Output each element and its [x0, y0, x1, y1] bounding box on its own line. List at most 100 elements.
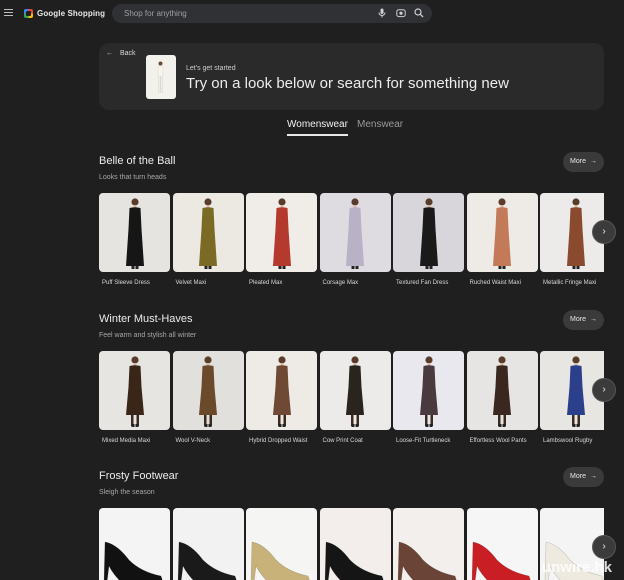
next-arrow-button[interactable]: ›: [592, 378, 616, 402]
model-figure-icon: [493, 198, 511, 269]
product-card[interactable]: [466, 508, 538, 580]
product-image: [393, 508, 464, 580]
shoe-icon: [103, 541, 163, 580]
product-card[interactable]: Puff Sleeve Dress: [99, 193, 170, 293]
shoe-icon: [177, 541, 237, 580]
product-card[interactable]: Metallic Fringe Maxi: [540, 193, 604, 293]
model-figure-icon: [346, 356, 364, 427]
product-image: [99, 508, 170, 580]
model-figure-icon: [125, 356, 144, 427]
lens-icon[interactable]: [396, 8, 406, 21]
search-icon[interactable]: [414, 8, 424, 21]
product-image: [99, 193, 170, 272]
section-title: Belle of the Ball: [99, 155, 176, 167]
mic-icon[interactable]: [378, 8, 386, 21]
more-button[interactable]: More →: [563, 467, 604, 487]
product-name: Loose-Fit Turtleneck: [396, 438, 451, 444]
back-label: Back: [119, 50, 136, 57]
shoe-icon: [250, 541, 310, 580]
product-image: [246, 193, 317, 272]
model-figure-icon: [346, 198, 364, 269]
arrow-right-icon: →: [589, 316, 597, 323]
model-figure-icon: [272, 356, 291, 427]
product-row: [99, 508, 604, 580]
section-title: Winter Must-Haves: [99, 313, 193, 325]
product-card[interactable]: Hybrid Dropped Waist: [246, 351, 317, 451]
shoe-icon: [397, 541, 457, 580]
arrow-right-icon: →: [589, 158, 597, 165]
product-row: Mixed Media Maxi Wool V-Neck Hybrid Drop…: [99, 351, 604, 451]
product-image: [319, 351, 391, 430]
menu-icon[interactable]: [4, 9, 13, 17]
back-button[interactable]: ← Back: [106, 50, 136, 57]
product-image: [466, 193, 538, 272]
product-row: Puff Sleeve Dress Velvet Maxi Pleated Ma…: [99, 193, 604, 293]
model-figure-icon: [493, 356, 511, 427]
product-image: [393, 351, 464, 430]
model-thumbnail[interactable]: [146, 55, 176, 99]
model-figure-icon: [566, 198, 585, 269]
product-card[interactable]: [319, 508, 391, 580]
hero-title: Try on a look below or search for someth…: [186, 75, 509, 92]
product-card[interactable]: [99, 508, 170, 580]
product-name: Effortless Wool Pants: [469, 438, 527, 444]
hero-kicker: Let's get started: [186, 65, 236, 72]
product-card[interactable]: [246, 508, 317, 580]
back-arrow-icon: ←: [106, 50, 113, 57]
product-name: Wool V-Neck: [175, 438, 211, 444]
model-figure-icon: [272, 198, 291, 269]
product-name: Metallic Fringe Maxi: [543, 280, 597, 286]
product-card[interactable]: Pleated Max: [246, 193, 317, 293]
section-subtitle: Sleigh the season: [99, 489, 155, 496]
product-image: [99, 351, 170, 430]
model-figure-icon: [125, 198, 144, 269]
product-name: Textured Fan Dress: [396, 280, 449, 286]
product-name: Mixed Media Maxi: [102, 438, 151, 444]
tab-menswear[interactable]: Menswear: [357, 119, 403, 130]
product-card[interactable]: Effortless Wool Pants: [466, 351, 538, 451]
model-figure-icon: [157, 61, 164, 93]
model-figure-icon: [199, 356, 217, 427]
model-figure-icon: [199, 198, 217, 269]
google-shopping-logo-icon[interactable]: [24, 9, 33, 18]
product-card[interactable]: Textured Fan Dress: [393, 193, 464, 293]
model-figure-icon: [419, 198, 438, 269]
section-subtitle: Looks that turn heads: [99, 174, 167, 181]
model-figure-icon: [566, 356, 585, 427]
product-image: [466, 351, 538, 430]
product-card[interactable]: Velvet Maxi: [172, 193, 244, 293]
next-arrow-button[interactable]: ›: [592, 535, 616, 559]
product-name: Cow Print Coat: [322, 438, 363, 444]
product-card[interactable]: [172, 508, 244, 580]
tab-womenswear[interactable]: Womenswear: [287, 119, 348, 136]
product-name: Corsage Max: [322, 280, 359, 286]
product-name: Velvet Maxi: [175, 280, 207, 286]
brand-name[interactable]: Google Shopping: [37, 9, 105, 18]
product-card[interactable]: Loose-Fit Turtleneck: [393, 351, 464, 451]
product-image: [246, 508, 317, 580]
product-image: [319, 508, 391, 580]
more-button[interactable]: More →: [563, 310, 604, 330]
section-title: Frosty Footwear: [99, 470, 179, 482]
product-image: [466, 508, 538, 580]
next-arrow-button[interactable]: ›: [592, 220, 616, 244]
product-name: Ruched Waist Maxi: [469, 280, 521, 286]
product-name: Puff Sleeve Dress: [102, 280, 150, 286]
product-card[interactable]: Mixed Media Maxi: [99, 351, 170, 451]
model-figure-icon: [419, 356, 438, 427]
product-card[interactable]: Ruched Waist Maxi: [466, 193, 538, 293]
search-input[interactable]: Shop for anything: [124, 9, 187, 18]
product-card[interactable]: [393, 508, 464, 580]
product-card[interactable]: Wool V-Neck: [172, 351, 244, 451]
chevron-right-icon: ›: [602, 541, 606, 552]
product-card[interactable]: Cow Print Coat: [319, 351, 391, 451]
product-card[interactable]: Corsage Max: [319, 193, 391, 293]
try-on-banner: ← Back Let's get started Try on a look b…: [99, 43, 604, 110]
more-button[interactable]: More →: [563, 152, 604, 172]
shoe-icon: [324, 541, 384, 580]
search-bar[interactable]: Shop for anything: [112, 4, 432, 23]
more-label: More: [570, 158, 586, 165]
product-name: Lambswool Rugby: [543, 438, 593, 444]
product-card[interactable]: Lambswool Rugby: [540, 351, 604, 451]
chevron-right-icon: ›: [602, 226, 606, 237]
